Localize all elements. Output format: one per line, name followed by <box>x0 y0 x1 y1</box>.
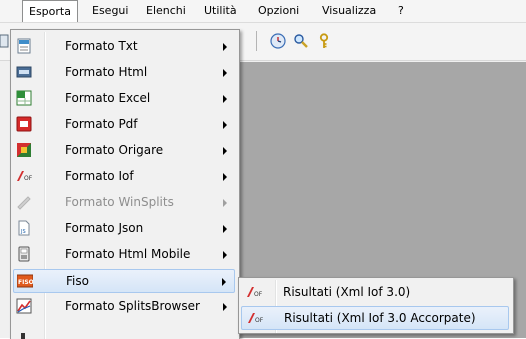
pdf-icon <box>16 116 32 132</box>
menu-item-label: Formato WinSplits <box>65 195 174 209</box>
splitsbrowser-icon <box>16 298 32 314</box>
menu-item-formato-txt[interactable]: Formato Txt <box>13 35 235 59</box>
submenu-arrow-icon <box>223 121 227 129</box>
menu-item-formato-html[interactable]: Formato Html <box>13 61 235 85</box>
submenu-arrow-icon <box>222 278 226 286</box>
menu-item-label: Formato Iof <box>65 169 134 183</box>
txt-file-icon <box>16 38 32 54</box>
menu-item-formato-html-mobile[interactable]: Formato Html Mobile <box>13 243 235 267</box>
svg-text:FISO: FISO <box>18 279 33 286</box>
submenu-arrow-icon <box>223 43 227 51</box>
json-file-icon: JS <box>16 220 32 236</box>
menu-item-formato-iof[interactable]: OF Formato Iof <box>13 165 235 189</box>
menu-item-formato-excel[interactable]: Formato Excel <box>13 87 235 111</box>
menu-bar: Esporta Esegui Elenchi Utilità Opzioni V… <box>0 0 526 23</box>
svg-text:OF: OF <box>254 291 262 298</box>
export-menu: Formato Txt Formato Html Formato Excel F… <box>10 29 240 339</box>
menu-item-formato-origare[interactable]: Formato Origare <box>13 139 235 163</box>
menu-item-label: Formato Pdf <box>65 117 138 131</box>
key-icon[interactable] <box>316 33 332 49</box>
menu-item-formato-json[interactable]: JS Formato Json <box>13 217 235 241</box>
search-icon[interactable] <box>293 33 309 49</box>
menu-esporta[interactable]: Esporta <box>22 0 78 22</box>
svg-text:OF: OF <box>24 175 32 182</box>
menu-item-label: Formato Txt <box>65 39 138 53</box>
menu-help[interactable]: ? <box>398 0 404 22</box>
submenu-arrow-icon <box>223 199 227 207</box>
clock-icon[interactable] <box>270 33 286 49</box>
menu-item-fiso[interactable]: FISO Fiso <box>13 269 235 293</box>
menu-opzioni[interactable]: Opzioni <box>258 0 299 22</box>
excel-icon <box>16 90 32 106</box>
menu-utilita[interactable]: Utilità <box>204 0 237 22</box>
toolbar-edge-icon[interactable] <box>0 33 10 49</box>
submenu-arrow-icon <box>223 303 227 311</box>
menu-item-label: Formato Origare <box>65 143 164 157</box>
submenu-arrow-icon <box>223 251 227 259</box>
menu-item-label: Formato Excel <box>65 91 151 105</box>
menu-elenchi[interactable]: Elenchi <box>146 0 186 22</box>
toolbar-separator <box>256 31 257 51</box>
iof-icon: OF <box>247 310 263 326</box>
fiso-submenu: OF Risultati (Xml Iof 3.0) OF Risultati … <box>238 277 514 334</box>
submenu-arrow-icon <box>223 147 227 155</box>
html-file-icon <box>16 64 32 80</box>
submenu-item-risultati-xml-iof-accorpate[interactable]: OF Risultati (Xml Iof 3.0 Accorpate) <box>241 306 509 330</box>
menu-item-label: Formato Json <box>65 221 144 235</box>
submenu-arrow-icon <box>223 173 227 181</box>
fiso-icon: FISO <box>17 273 33 289</box>
menu-visualizza[interactable]: Visualizza <box>322 0 376 22</box>
menu-item-formato-pdf[interactable]: Formato Pdf <box>13 113 235 137</box>
menu-item-label: Formato Html <box>65 65 148 79</box>
submenu-item-label: Risultati (Xml Iof 3.0) <box>283 285 411 299</box>
menu-item-formato-splitsbrowser[interactable]: Formato SplitsBrowser <box>13 295 235 319</box>
svg-text:OF: OF <box>255 317 263 324</box>
submenu-arrow-icon <box>223 225 227 233</box>
menu-esegui[interactable]: Esegui <box>92 0 128 22</box>
partial-next-item-icon <box>17 327 29 339</box>
submenu-item-risultati-xml-iof[interactable]: OF Risultati (Xml Iof 3.0) <box>241 281 509 305</box>
origare-icon <box>16 142 32 158</box>
mobile-icon <box>16 246 32 262</box>
menu-item-label: Fiso <box>66 274 89 288</box>
menu-item-label: Formato Html Mobile <box>65 247 191 261</box>
submenu-item-label: Risultati (Xml Iof 3.0 Accorpate) <box>284 311 476 325</box>
iof-icon: OF <box>16 168 32 184</box>
iof-icon: OF <box>246 284 262 300</box>
menu-item-formato-winsplits: Formato WinSplits <box>13 191 235 215</box>
svg-text:JS: JS <box>20 229 26 235</box>
menu-item-label: Formato SplitsBrowser <box>65 299 200 313</box>
submenu-arrow-icon <box>223 95 227 103</box>
submenu-arrow-icon <box>223 69 227 77</box>
winsplits-icon <box>16 194 32 210</box>
